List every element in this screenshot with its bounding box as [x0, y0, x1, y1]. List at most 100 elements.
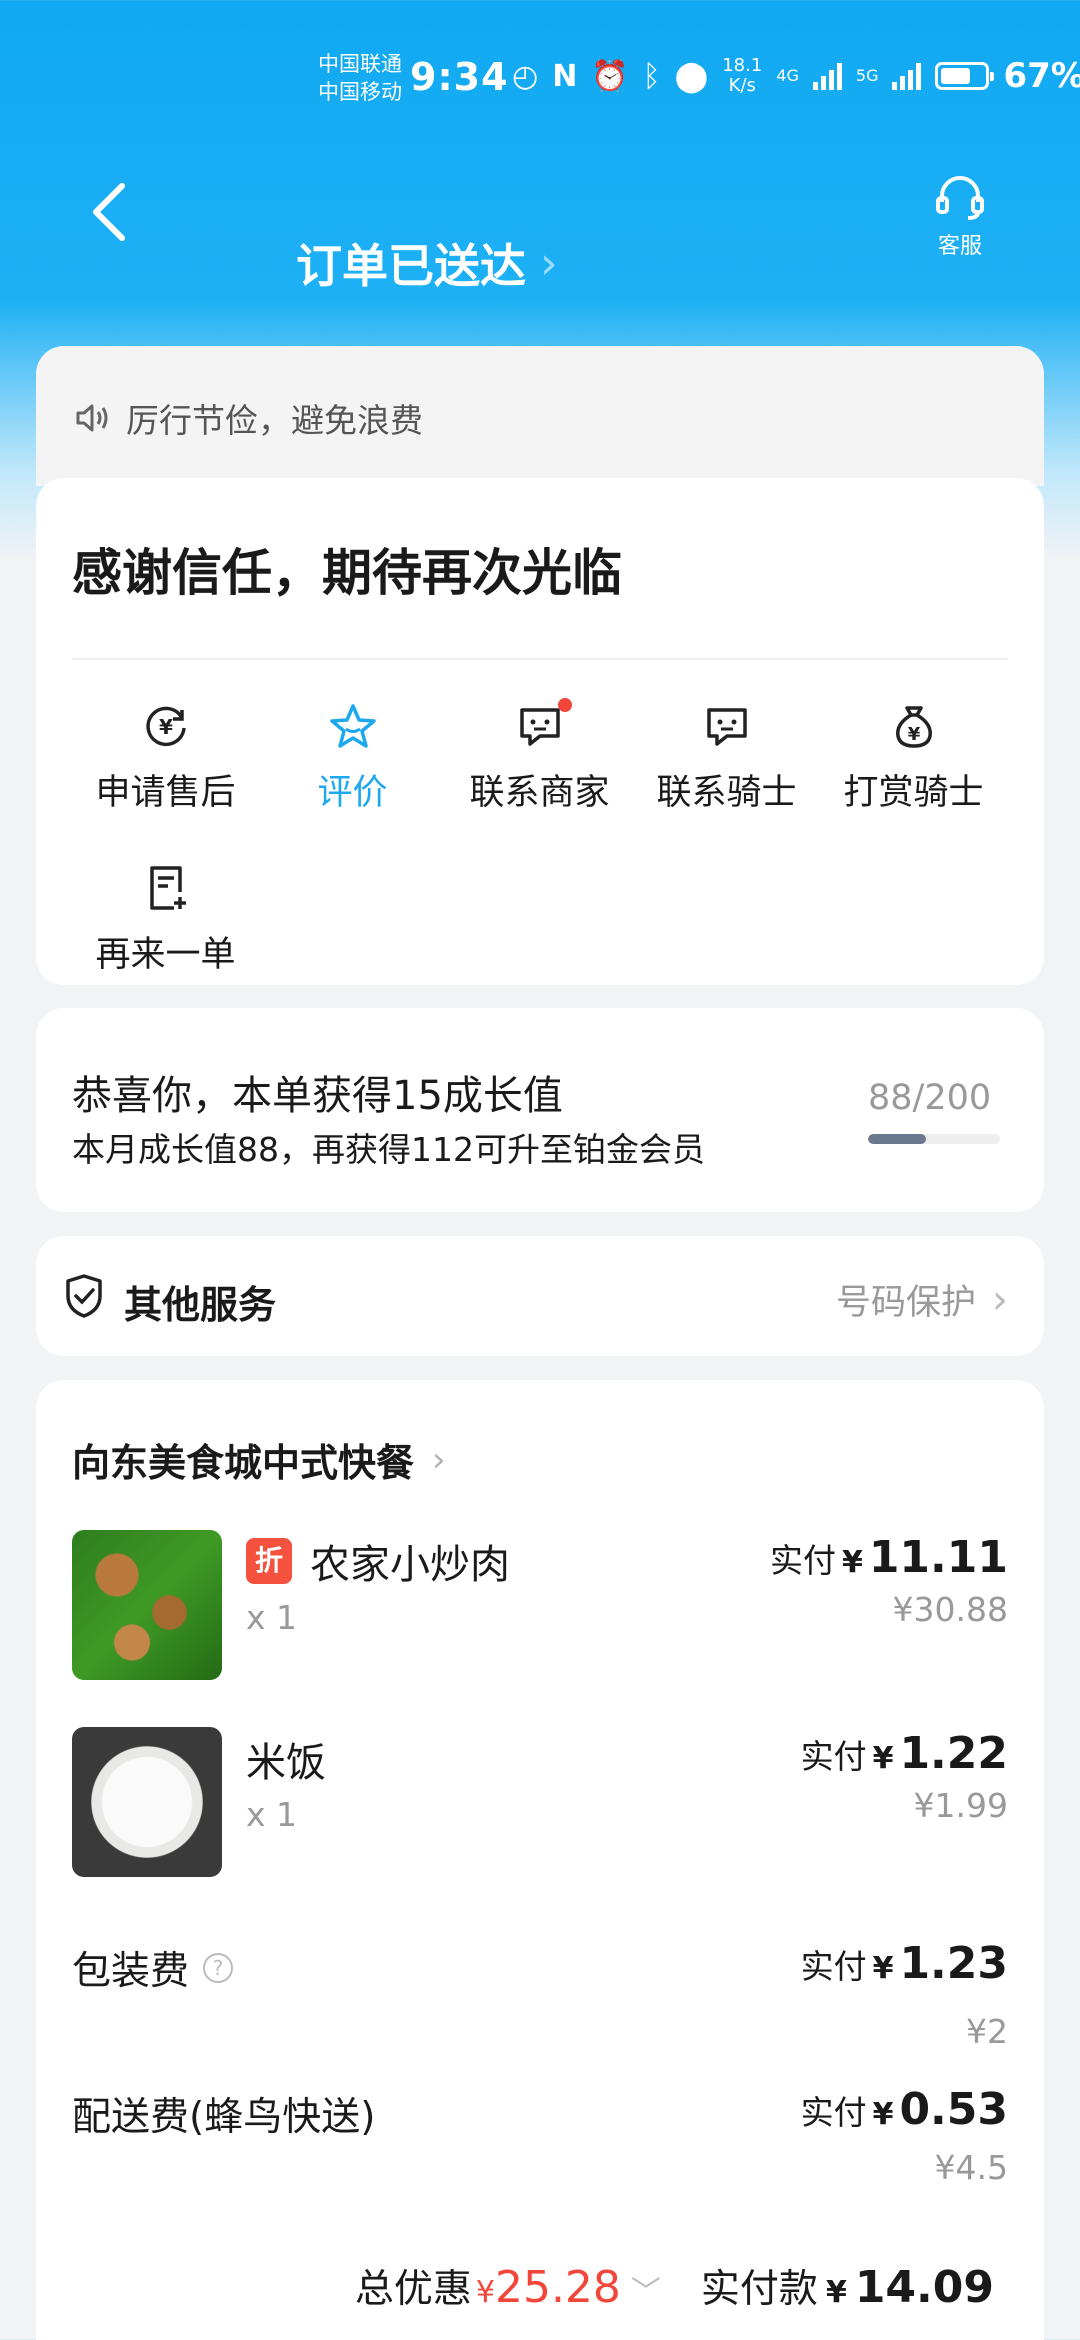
- signal-type-1: 4G: [776, 66, 799, 85]
- signal-type-2: 5G: [855, 66, 879, 85]
- action-label: 联系商家: [469, 773, 610, 813]
- back-icon[interactable]: [86, 180, 134, 244]
- thanks-heading: 感谢信任，期待再次光临: [72, 544, 622, 602]
- currency-symbol: ¥: [825, 2275, 847, 2310]
- order-status-card: 感谢信任，期待再次光临 ¥ 申请售后 评价 联系商家 联系骑士 ¥ 打赏骑士 再…: [36, 478, 1044, 985]
- action-label: 打赏骑士: [843, 773, 984, 813]
- customer-service-button[interactable]: 客服: [930, 176, 990, 260]
- growth-card[interactable]: 恭喜你，本单获得15成长值 本月成长值88，再获得112可升至铂金会员 88/2…: [36, 1008, 1044, 1212]
- rate-button[interactable]: 评价: [259, 688, 446, 850]
- battery-icon: [935, 62, 995, 90]
- packaging-paid: 实付 ¥ 1.23: [801, 1938, 1008, 1989]
- item-original-price: ¥30.88: [892, 1590, 1008, 1629]
- currency-symbol: ¥: [872, 1741, 894, 1776]
- paid-amount: 0.53: [899, 2084, 1008, 2135]
- item-paid: 实付 ¥ 1.22: [801, 1728, 1008, 1779]
- delivery-fee-label: 配送费(蜂鸟快送): [72, 2095, 376, 2140]
- item-name: 米饭: [246, 1740, 326, 1786]
- svg-text:¥: ¥: [907, 724, 920, 745]
- item-paid: 实付 ¥ 11.11: [770, 1532, 1008, 1583]
- action-label: 再来一单: [95, 935, 236, 975]
- item-quantity: x 1: [246, 1598, 298, 1637]
- net-speed-unit: K/s: [728, 75, 756, 96]
- order-status-title: 订单已送达: [296, 239, 526, 293]
- paid-label: 实付: [800, 1947, 867, 1986]
- carrier-1: 中国联通: [318, 52, 402, 76]
- nfc-icon: N: [552, 58, 578, 94]
- other-services-card[interactable]: 其他服务 号码保护 ›: [36, 1236, 1044, 1356]
- item-quantity: x 1: [246, 1795, 298, 1834]
- bluetooth-icon: ᛒ: [642, 58, 661, 94]
- action-label: 联系骑士: [656, 773, 797, 813]
- discount-badge: 折: [246, 1538, 292, 1584]
- food-image[interactable]: [72, 1530, 222, 1680]
- number-protection-link[interactable]: 号码保护 ›: [836, 1274, 1008, 1325]
- currency-symbol: ¥: [841, 1545, 863, 1580]
- alarm-icon: ⏰: [591, 58, 629, 94]
- growth-progress-fill: [868, 1134, 927, 1144]
- chat-icon: [519, 708, 560, 746]
- svg-text:¥: ¥: [159, 715, 173, 739]
- help-icon[interactable]: ?: [203, 1953, 234, 1983]
- delivery-original-price: ¥4.5: [934, 2148, 1008, 2187]
- delivery-fee-row: 配送费(蜂鸟快送): [72, 2086, 375, 2142]
- total-paid-amount: 14.09: [854, 2262, 994, 2313]
- signal-2-icon: [892, 62, 922, 90]
- speaker-icon: [76, 404, 108, 432]
- action-label: 申请售后: [95, 773, 236, 813]
- paid-amount: 1.23: [899, 1938, 1008, 1989]
- chevron-down-icon[interactable]: ﹀: [631, 2267, 661, 2311]
- customer-service-label: 客服: [937, 234, 982, 259]
- notice-text-row: 厉行节俭，避免浪费: [74, 394, 423, 442]
- growth-earned-text: 恭喜你，本单获得15成长值: [72, 1073, 563, 1119]
- growth-detail-text: 本月成长值88，再获得112可升至铂金会员: [72, 1130, 705, 1169]
- carrier-info: 中国联通 中国移动: [318, 50, 402, 106]
- divider: [72, 658, 1008, 660]
- battery-percent: 67%: [1003, 56, 1080, 96]
- status-icons: ◴ N ⏰ ᛒ ⬤ 18.1 K/s 4G 5G 67%: [512, 56, 1080, 97]
- refund-icon: ¥: [145, 706, 186, 747]
- number-protection-label: 号码保护: [835, 1283, 976, 1323]
- reorder-icon: [149, 866, 186, 910]
- signal-1-icon: [812, 62, 842, 90]
- item-name-row: 米饭: [246, 1730, 326, 1788]
- status-time: 9:34: [410, 55, 509, 99]
- paid-label: 实付: [800, 1737, 867, 1776]
- total-discount-amount: 25.28: [494, 2262, 621, 2313]
- order-detail-card: 向东美食城中式快餐 › 折 农家小炒肉 x 1 实付 ¥ 11.11 ¥30.8…: [36, 1380, 1044, 2340]
- delivery-paid: 实付 ¥ 0.53: [801, 2084, 1008, 2135]
- reorder-button[interactable]: 再来一单: [72, 850, 259, 1012]
- total-paid-label: 实付款: [700, 2267, 818, 2312]
- chevron-right-icon: ›: [992, 1276, 1008, 1323]
- page-title[interactable]: 订单已送达 ›: [296, 230, 558, 296]
- tip-rider-button[interactable]: ¥ 打赏骑士: [820, 688, 1007, 850]
- packaging-fee-row: 包装费 ?: [72, 1940, 234, 1996]
- item-name-row: 折 农家小炒肉: [246, 1532, 510, 1590]
- total-discount-label: 总优惠: [354, 2267, 472, 2312]
- currency-symbol: ¥: [475, 2275, 495, 2310]
- growth-progress-bar: [868, 1134, 1000, 1144]
- shop-name-link[interactable]: 向东美食城中式快餐 ›: [72, 1432, 446, 1487]
- item-original-price: ¥1.99: [913, 1786, 1008, 1825]
- item-name: 农家小炒肉: [310, 1542, 510, 1588]
- headset-icon: [936, 176, 984, 220]
- paid-label: 实付: [800, 2093, 867, 2132]
- after-sales-button[interactable]: ¥ 申请售后: [72, 688, 259, 850]
- contact-rider-button[interactable]: 联系骑士: [633, 688, 820, 850]
- net-speed: 18.1 K/s: [722, 56, 762, 96]
- currency-symbol: ¥: [872, 1951, 894, 1986]
- chevron-right-icon: ›: [432, 1439, 446, 1480]
- packaging-fee-label: 包装费: [72, 1949, 190, 1994]
- order-total-row: 总优惠 ¥ 25.28 ﹀ 实付款 ¥ 14.09: [355, 2258, 994, 2314]
- chevron-right-icon: ›: [540, 237, 558, 289]
- data-saver-icon: ◴: [512, 58, 539, 94]
- paid-label: 实付: [769, 1541, 836, 1580]
- food-image[interactable]: [72, 1727, 222, 1877]
- growth-progress-text: 88/200: [868, 1078, 992, 1118]
- shield-icon: [66, 1274, 102, 1318]
- contact-merchant-button[interactable]: 联系商家: [446, 688, 633, 850]
- notice-text: 厉行节俭，避免浪费: [126, 401, 423, 440]
- star-icon: [329, 704, 376, 748]
- status-bar: 中国联通 中国移动 9:34 ◴ N ⏰ ᛒ ⬤ 18.1 K/s 4G 5G …: [0, 0, 1080, 150]
- notification-dot: [558, 698, 572, 712]
